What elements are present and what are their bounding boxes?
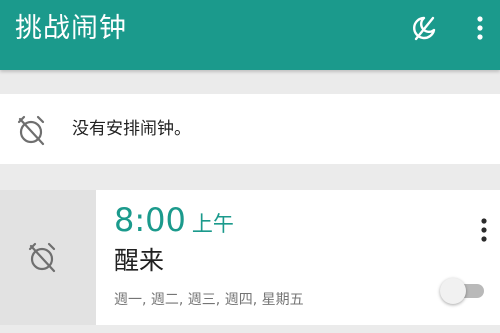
more-vert-icon [481, 218, 487, 242]
no-alarm-message: 没有安排闹钟。 [72, 119, 191, 139]
night-mode-off-button[interactable] [404, 8, 444, 48]
moon-off-icon [413, 16, 436, 41]
alarm-off-icon [17, 115, 45, 146]
alarm-ampm: 上午 [191, 212, 234, 236]
no-alarm-banner: 没有安排闹钟。 [0, 94, 500, 164]
alarm-enable-toggle[interactable] [440, 278, 486, 304]
alarm-time: 8:00 [114, 201, 186, 239]
alarm-card[interactable]: 8:00 上午 醒来 週一, 週二, 週三, 週四, 星期五 [0, 190, 500, 325]
app-title: 挑战闹钟 [15, 13, 127, 44]
more-vert-icon [477, 16, 483, 40]
alarm-more-button[interactable] [466, 208, 500, 252]
alarm-label: 醒来 [114, 246, 165, 275]
alarm-repeat-days: 週一, 週二, 週三, 週四, 星期五 [114, 292, 304, 308]
more-options-button[interactable] [460, 8, 500, 48]
alarm-off-icon [28, 242, 56, 273]
alarm-time-row[interactable]: 8:00 上午 [114, 202, 234, 238]
app-bar: 挑战闹钟 [0, 0, 500, 70]
alarm-challenge-button[interactable] [0, 190, 96, 325]
toggle-thumb [440, 278, 466, 304]
